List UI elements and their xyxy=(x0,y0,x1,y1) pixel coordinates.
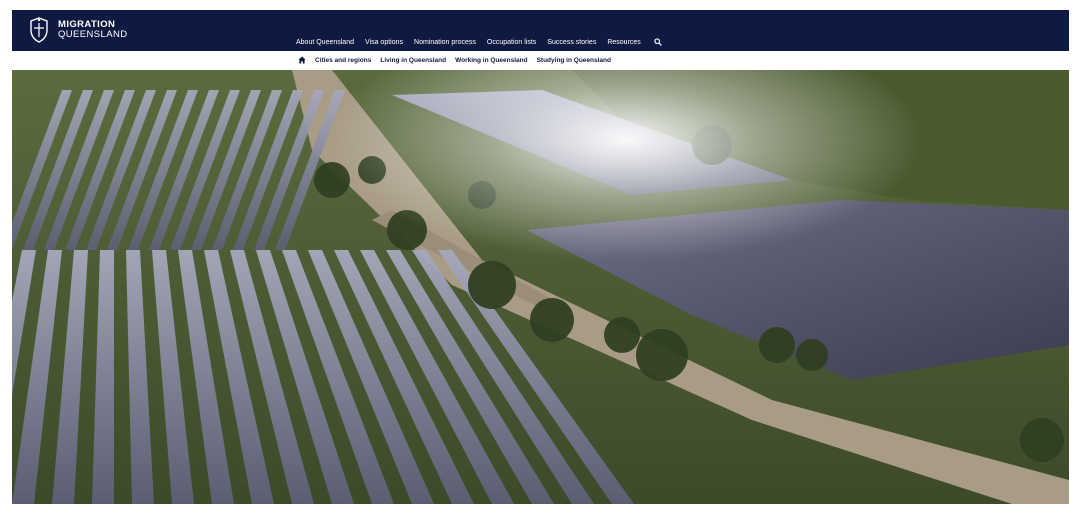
nav-resources[interactable]: Resources xyxy=(607,39,640,46)
site-header: MIGRATION QUEENSLAND About Queensland Vi… xyxy=(12,10,1069,51)
nav-about-queensland[interactable]: About Queensland xyxy=(296,39,354,46)
nav-visa-options[interactable]: Visa options xyxy=(365,39,403,46)
solar-farm-aerial-illustration xyxy=(12,70,1069,504)
nav-occupation-lists[interactable]: Occupation lists xyxy=(487,39,536,46)
secondary-navigation: Cities and regions Living in Queensland … xyxy=(12,51,1069,70)
home-icon[interactable] xyxy=(298,56,306,64)
nav-nomination-process[interactable]: Nomination process xyxy=(414,39,476,46)
subnav-living-in-queensland[interactable]: Living in Queensland xyxy=(380,57,446,64)
nav-success-stories[interactable]: Success stories xyxy=(547,39,596,46)
queensland-crest-icon xyxy=(30,17,48,43)
main-navigation: About Queensland Visa options Nomination… xyxy=(296,38,662,46)
site-logo[interactable]: MIGRATION QUEENSLAND xyxy=(28,17,127,43)
hero-image-solar-farm xyxy=(12,70,1069,504)
search-icon[interactable] xyxy=(654,38,662,46)
subnav-studying-in-queensland[interactable]: Studying in Queensland xyxy=(537,57,611,64)
brand-name-line2: QUEENSLAND xyxy=(58,29,128,40)
subnav-working-in-queensland[interactable]: Working in Queensland xyxy=(455,57,527,64)
subnav-cities-and-regions[interactable]: Cities and regions xyxy=(315,57,371,64)
